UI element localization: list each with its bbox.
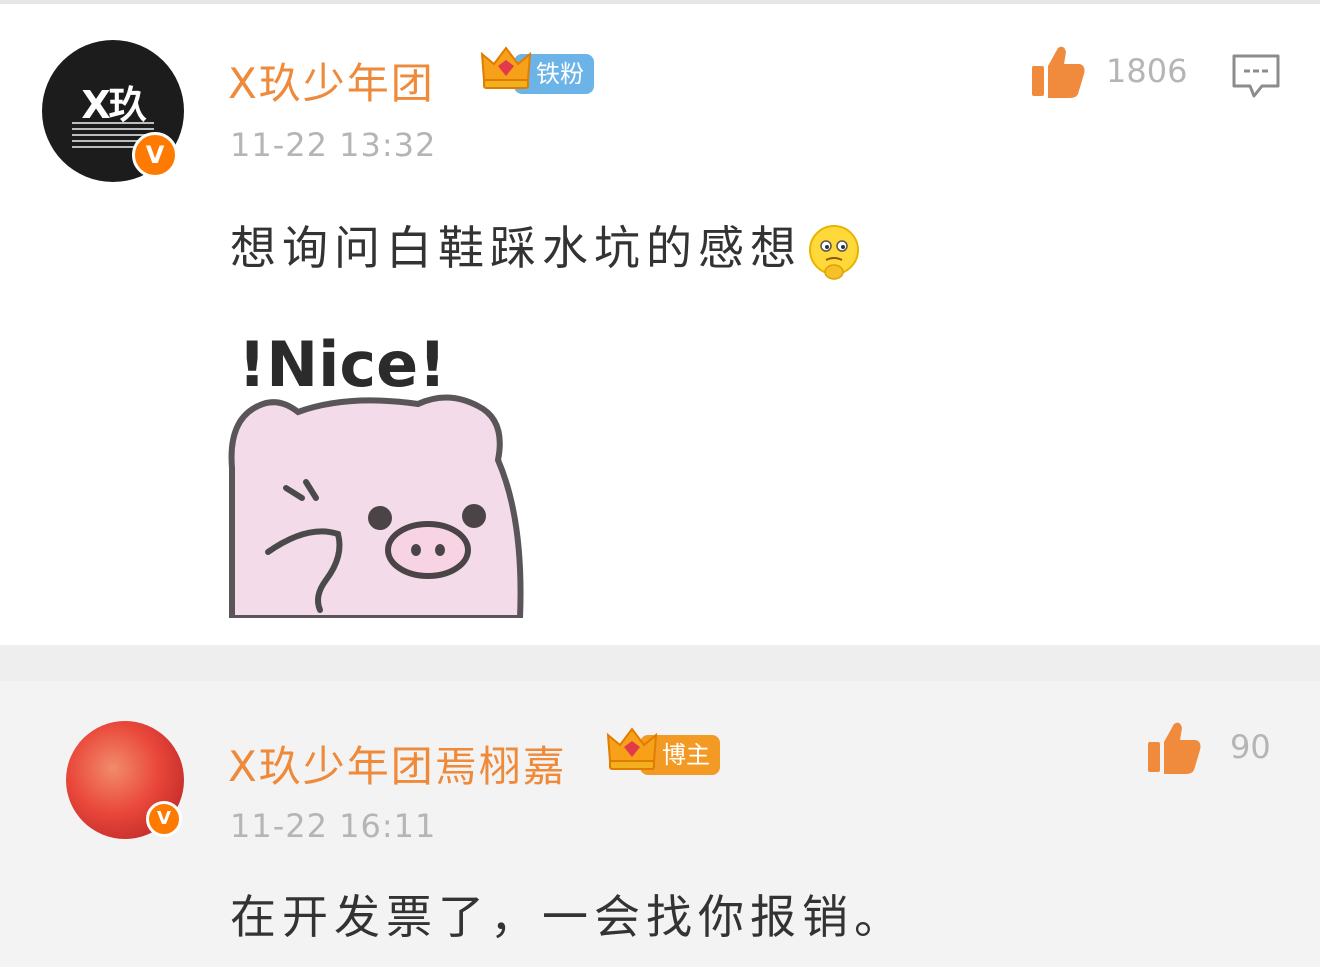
comment-item: X玖 V X玖少年团 铁粉 11-22 13:32 想询问白鞋踩水坑的感想 !N… — [0, 4, 1320, 645]
crown-icon — [606, 727, 658, 770]
like-count: 1806 — [1106, 52, 1188, 90]
crown-icon — [480, 46, 532, 89]
avatar-logo-text: X玖 — [81, 83, 146, 127]
username[interactable]: X玖少年团焉栩嘉 — [228, 733, 567, 794]
comment-text-row: 想询问白鞋踩水坑的感想 — [230, 212, 864, 282]
comment-text: 在开发票了，一会找你报销。 — [230, 890, 906, 944]
avatar[interactable]: X玖 V — [42, 40, 184, 182]
comment-text: 想询问白鞋踩水坑的感想 — [230, 221, 802, 275]
username[interactable]: X玖少年团 — [228, 50, 435, 111]
avatar[interactable]: V — [66, 721, 184, 839]
pig-sticker-image: !Nice! — [228, 328, 524, 618]
thinking-emoji-icon — [809, 224, 859, 280]
verified-icon: V — [146, 801, 182, 837]
comment-divider — [0, 645, 1320, 681]
fan-badge: 铁粉 — [478, 46, 608, 94]
timestamp: 11-22 16:11 — [230, 807, 437, 845]
like-count: 90 — [1230, 728, 1271, 766]
like-icon[interactable] — [1144, 718, 1204, 778]
like-icon[interactable] — [1028, 42, 1088, 102]
comment-item: V X玖少年团焉栩嘉 博主 11-22 16:11 在开发票了，一会找你报销。 … — [0, 681, 1320, 967]
timestamp: 11-22 13:32 — [230, 126, 437, 164]
verified-icon: V — [132, 132, 178, 178]
blogger-badge: 博主 — [604, 727, 736, 775]
reply-icon[interactable] — [1230, 52, 1282, 100]
sticker-caption: !Nice! — [238, 328, 447, 401]
